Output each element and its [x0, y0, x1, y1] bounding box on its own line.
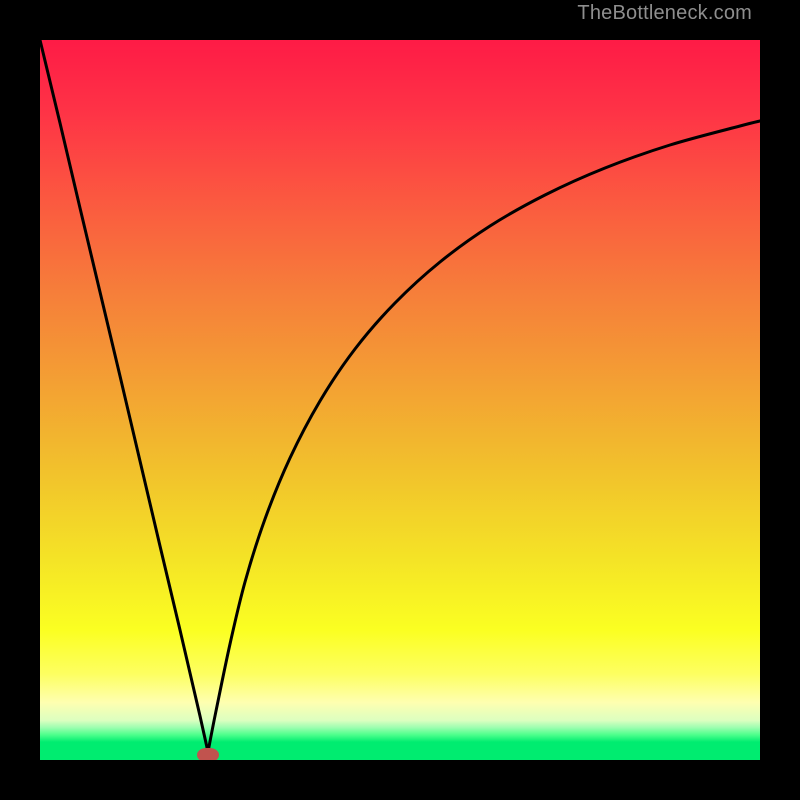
chart-frame: TheBottleneck.com [0, 0, 800, 800]
watermark-text: TheBottleneck.com [577, 2, 752, 25]
data-curve [40, 40, 760, 760]
minimum-marker [197, 748, 219, 760]
plot-area [40, 40, 760, 760]
